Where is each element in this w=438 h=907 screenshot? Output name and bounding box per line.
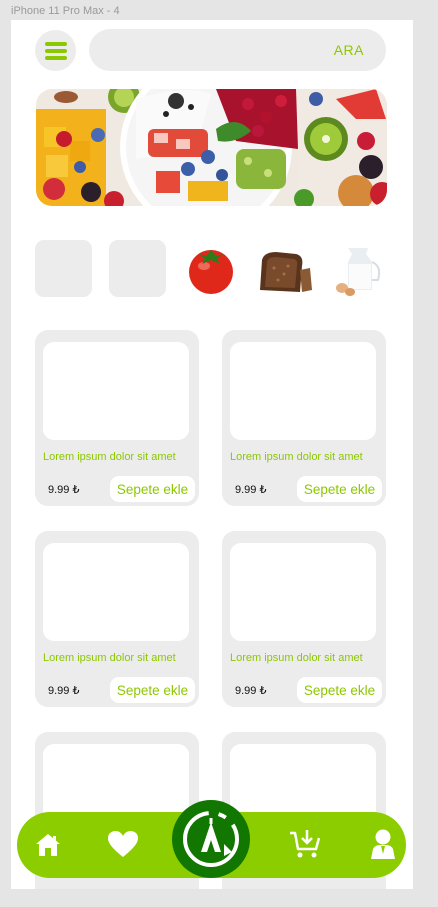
heart-icon[interactable] [107,830,139,858]
product-price: 9.99 ₺ [48,484,80,496]
app-screen: ARA Lorem ipsum dolor sit amet 9.99 ₺ Se… [11,20,413,889]
product-image [230,543,376,641]
add-to-cart-button[interactable]: Sepete ekle [110,476,195,502]
product-image [43,342,189,440]
home-icon[interactable] [35,832,61,858]
category-item-dairy[interactable] [330,240,387,297]
bread-image [260,252,312,292]
hamburger-menu-icon [44,41,67,46]
product-card[interactable]: Lorem ipsum dolor sit amet 9.99 ₺ Sepete… [222,330,386,506]
category-row [35,240,395,298]
product-title: Lorem ipsum dolor sit amet [43,652,176,664]
product-price: 9.99 ₺ [48,685,80,697]
search-label[interactable]: ARA [334,42,364,58]
promo-banner[interactable] [36,89,387,206]
fruit-bowl-photo [36,89,387,206]
product-card[interactable]: Lorem ipsum dolor sit amet 9.99 ₺ Sepete… [35,330,199,506]
add-to-cart-button[interactable]: Sepete ekle [297,476,382,502]
category-item-bread[interactable] [256,240,313,297]
product-price: 9.99 ₺ [235,484,267,496]
category-item[interactable] [35,240,92,297]
hamburger-line [44,55,67,60]
product-card[interactable]: Lorem ipsum dolor sit amet 9.99 ₺ Sepete… [35,531,199,707]
fast-delivery-button[interactable] [172,800,250,878]
product-title: Lorem ipsum dolor sit amet [43,451,176,463]
user-icon[interactable] [370,828,396,860]
add-to-cart-button[interactable]: Sepete ekle [297,677,382,703]
cart-download-icon[interactable] [289,829,321,859]
fast-delivery-icon [183,811,239,867]
add-to-cart-button[interactable]: Sepete ekle [110,677,195,703]
product-title: Lorem ipsum dolor sit amet [230,451,363,463]
frame-label: iPhone 11 Pro Max - 4 [11,5,120,17]
hamburger-line [44,48,67,53]
product-image [43,543,189,641]
product-card[interactable]: Lorem ipsum dolor sit amet 9.99 ₺ Sepete… [222,531,386,707]
menu-button[interactable] [35,30,76,71]
product-title: Lorem ipsum dolor sit amet [230,652,363,664]
search-input[interactable]: ARA [89,29,386,71]
milk-eggs-image [336,248,381,296]
product-price: 9.99 ₺ [235,685,267,697]
category-item[interactable] [109,240,166,297]
category-item-tomato[interactable] [182,240,239,297]
tomato-image [189,250,233,294]
product-image [230,342,376,440]
